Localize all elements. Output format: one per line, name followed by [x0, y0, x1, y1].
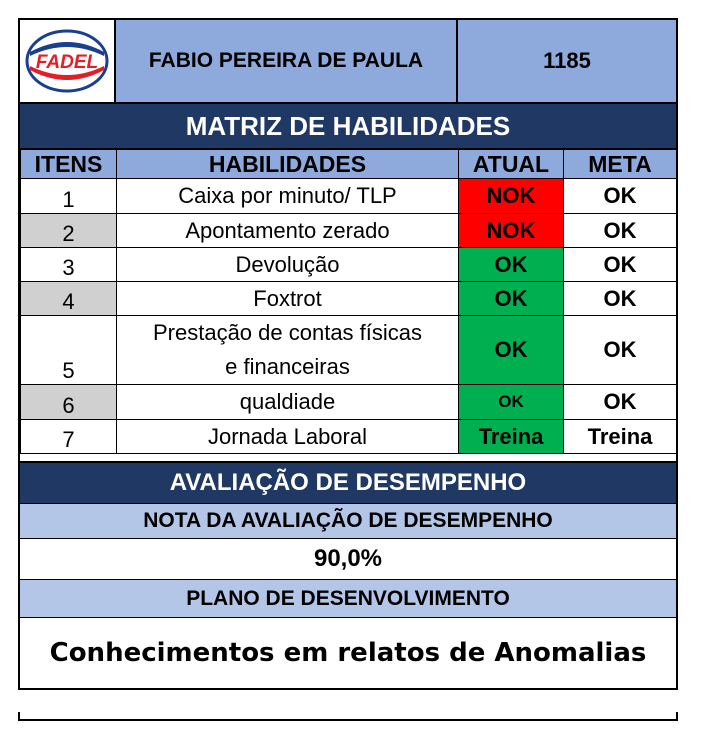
col-header-current: ATUAL: [458, 148, 564, 179]
logo-cell: FADEL: [20, 20, 116, 102]
item-number: 4: [20, 281, 117, 316]
divider-tick-left: [18, 712, 20, 721]
item-number: 5: [20, 315, 117, 385]
target-status: OK: [563, 178, 677, 214]
table-row: 6 qualdiade OK OK: [20, 384, 677, 420]
current-status: Treina: [458, 419, 564, 454]
score-value: 90,0%: [20, 539, 676, 579]
skills-matrix-sheet: FADEL FABIO PEREIRA DE PAULA 1185 MATRIZ…: [18, 18, 678, 690]
item-number: 2: [20, 213, 117, 248]
table-row: 5 Prestação de contas físicas e financei…: [20, 315, 677, 385]
current-status: OK: [458, 247, 564, 282]
skill-name: Caixa por minuto/ TLP: [116, 178, 459, 214]
skill-name: qualdiade: [116, 384, 459, 420]
current-status: OK: [458, 315, 564, 385]
col-header-skills: HABILIDADES: [116, 148, 459, 179]
item-number: 3: [20, 247, 117, 282]
fadel-logo: FADEL: [25, 29, 109, 93]
current-status: OK: [458, 384, 564, 420]
item-number: 6: [20, 384, 117, 420]
skill-name-line-2: e financeiras: [225, 354, 350, 379]
target-status: OK: [563, 213, 677, 248]
svg-text:FADEL: FADEL: [36, 52, 98, 73]
current-status: OK: [458, 281, 564, 316]
target-status: Treina: [563, 419, 677, 454]
employee-name: FABIO PEREIRA DE PAULA: [116, 20, 458, 102]
employee-id: 1185: [458, 20, 676, 102]
target-status: OK: [563, 247, 677, 282]
col-header-target: META: [563, 148, 677, 179]
target-status: OK: [563, 315, 677, 385]
skill-name: Apontamento zerado: [116, 213, 459, 248]
skill-name-line-1: Prestação de contas físicas: [152, 320, 423, 345]
col-header-items: ITENS: [20, 148, 117, 179]
matrix-title: MATRIZ DE HABILIDADES: [20, 102, 676, 148]
skill-name: Jornada Laboral: [116, 419, 459, 454]
skill-name: Devolução: [116, 247, 459, 282]
skill-name: Foxtrot: [116, 281, 459, 316]
header-row: FADEL FABIO PEREIRA DE PAULA 1185: [20, 20, 676, 102]
table-row: 4 Foxtrot OK OK: [20, 281, 677, 316]
table-row: 7 Jornada Laboral Treina Treina: [20, 419, 677, 454]
table-row: 3 Devolução OK OK: [20, 247, 677, 282]
skills-table: ITENS HABILIDADES ATUAL META 1 Caixa por…: [20, 148, 677, 454]
current-status: NOK: [458, 178, 564, 214]
plan-text: Conhecimentos em relatos de Anomalias: [49, 638, 647, 668]
skill-name: Prestação de contas físicas e financeira…: [116, 315, 459, 385]
evaluation-title: AVALIAÇÃO DE DESEMPENHO: [20, 461, 676, 503]
plan-label: PLANO DE DESENVOLVIMENTO: [20, 579, 676, 618]
table-row: 1 Caixa por minuto/ TLP NOK OK: [20, 178, 677, 214]
target-status: OK: [563, 281, 677, 316]
score-label: NOTA DA AVALIAÇÃO DE DESEMPENHO: [20, 503, 676, 539]
divider-tick-right: [676, 712, 678, 721]
table-row: 2 Apontamento zerado NOK OK: [20, 213, 677, 248]
current-status: NOK: [458, 213, 564, 248]
divider-line: [18, 719, 678, 721]
target-status: OK: [563, 384, 677, 420]
item-number: 7: [20, 419, 117, 454]
item-number: 1: [20, 178, 117, 214]
table-header-row: ITENS HABILIDADES ATUAL META: [20, 148, 677, 179]
